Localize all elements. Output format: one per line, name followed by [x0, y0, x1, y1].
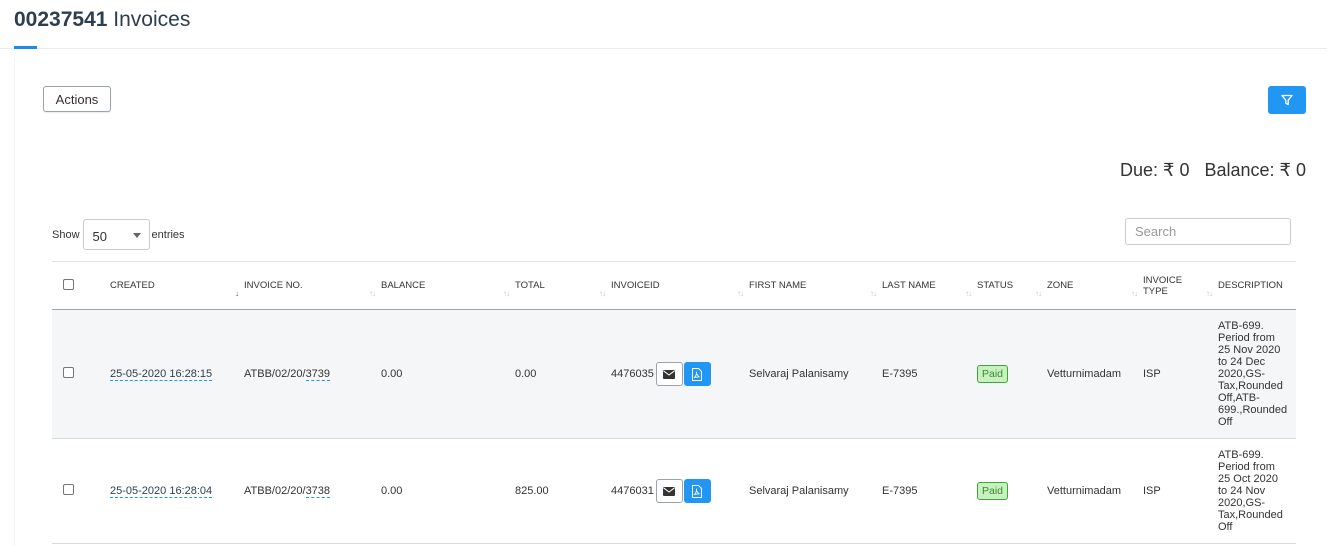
balance-amount: Balance: ₹ 0 [1204, 160, 1306, 180]
status-badge: Paid [977, 482, 1009, 500]
show-label: Show [52, 228, 80, 241]
account-number: 00237541 [14, 8, 108, 31]
created-link[interactable]: 25-05-2020 16:28:04 [110, 485, 213, 498]
table-row: 25-05-2020 16:28:04 ATBB/02/20/3738 0.00… [52, 438, 1296, 544]
entries-select[interactable]: 50 [82, 219, 150, 250]
sort-icon: ↑↓ [599, 289, 606, 298]
description-cell: ATB-699. Period from 25 Oct 2020 to 24 N… [1218, 438, 1296, 544]
row-select-cell [52, 309, 110, 439]
envelope-icon [663, 369, 676, 379]
table-row: 25-05-2020 16:28:15 ATBB/02/20/3739 0.00… [52, 309, 1296, 439]
due-amount: Due: ₹ 0 [1119, 160, 1190, 180]
sort-icon: ↑↓ [1035, 289, 1042, 298]
sort-icon: ↑↓ [369, 289, 376, 298]
first-name-cell: Selvaraj Palanisamy [749, 438, 882, 544]
column-header-description[interactable]: DESCRIPTION [1218, 261, 1296, 310]
sort-icon: ↑↓ [965, 289, 972, 298]
pdf-file-icon [692, 484, 703, 498]
download-pdf-button[interactable] [683, 479, 711, 503]
title-underline [14, 46, 37, 49]
status-cell: Paid [977, 438, 1047, 544]
invoice-no-prefix: ATBB/02/20/ [244, 368, 306, 380]
column-header-invoice-type[interactable]: INVOICE TYPE ↑↓ [1143, 261, 1218, 310]
column-header-balance[interactable]: BALANCE ↑↓ [381, 261, 515, 310]
column-header-invoice-no[interactable]: INVOICE NO. ↑↓ [244, 261, 381, 310]
balance-cell: 0.00 [381, 309, 515, 439]
download-pdf-button[interactable] [683, 362, 711, 386]
email-invoice-button[interactable] [655, 362, 683, 386]
column-header-status[interactable]: STATUS ↑↓ [977, 261, 1047, 310]
status-badge: Paid [977, 365, 1009, 383]
zone-cell: Vetturnimadam [1047, 309, 1143, 439]
row-select-cell [52, 438, 110, 544]
invoice-id-text: 4476035 [611, 368, 654, 380]
row-checkbox[interactable] [63, 367, 74, 378]
table-header-row: CREATED ↓ INVOICE NO. ↑↓ BALANCE ↑↓ TOTAL ↑↓… [52, 261, 1296, 310]
entries-select-value: 50 [92, 229, 107, 244]
column-header-last-name[interactable]: LAST NAME ↑↓ [882, 261, 977, 310]
zone-cell: Vetturnimadam [1047, 438, 1143, 544]
balance-cell: 0.00 [381, 438, 515, 544]
first-name-cell: Selvaraj Palanisamy [749, 309, 882, 439]
page-title: 00237541 Invoices [14, 8, 190, 32]
row-checkbox[interactable] [63, 484, 74, 495]
page-header: 00237541 Invoices [0, 0, 1327, 49]
invoice-no-cell: ATBB/02/20/3739 [244, 309, 381, 439]
header-select-all [52, 261, 110, 310]
column-header-first-name[interactable]: FIRST NAME ↑↓ [749, 261, 882, 310]
invoice-no-prefix: ATBB/02/20/ [244, 485, 306, 497]
created-link[interactable]: 25-05-2020 16:28:15 [110, 368, 213, 381]
total-cell: 825.00 [515, 438, 611, 544]
created-cell: 25-05-2020 16:28:15 [110, 309, 244, 439]
invoice-id-text: 4476031 [611, 485, 654, 497]
sort-icon: ↑↓ [870, 289, 877, 298]
column-header-total[interactable]: TOTAL ↑↓ [515, 261, 611, 310]
last-name-cell: E-7395 [882, 309, 977, 439]
invoiceid-cell: 4476035 [611, 309, 749, 439]
invoice-no-link[interactable]: 3739 [305, 368, 331, 381]
invoice-type-cell: ISP [1143, 438, 1218, 544]
length-control: Show 50 entries [52, 219, 185, 250]
invoice-type-cell: ISP [1143, 309, 1218, 439]
email-invoice-button[interactable] [655, 479, 683, 503]
select-all-checkbox[interactable] [63, 278, 74, 290]
invoiceid-cell: 4476031 [611, 438, 749, 544]
sort-icon: ↑↓ [503, 289, 510, 298]
invoices-table: CREATED ↓ INVOICE NO. ↑↓ BALANCE ↑↓ TOTAL ↑↓… [52, 261, 1296, 544]
sort-icon: ↑↓ [1131, 289, 1138, 298]
envelope-icon [663, 486, 676, 496]
description-cell: ATB-699. Period from 25 Nov 2020 to 24 D… [1218, 309, 1296, 439]
status-cell: Paid [977, 309, 1047, 439]
invoice-no-cell: ATBB/02/20/3738 [244, 438, 381, 544]
column-header-created[interactable]: CREATED ↓ [110, 261, 244, 310]
sort-desc-icon: ↓ [235, 289, 239, 298]
pdf-file-icon [692, 367, 703, 381]
created-cell: 25-05-2020 16:28:04 [110, 438, 244, 544]
last-name-cell: E-7395 [882, 438, 977, 544]
search-input[interactable] [1125, 218, 1291, 245]
page-title-text: Invoices [113, 8, 191, 31]
column-header-invoiceid[interactable]: INVOICEID ↑↓ [611, 261, 749, 310]
filter-icon [1281, 94, 1293, 106]
invoice-no-link[interactable]: 3738 [305, 485, 331, 498]
sort-icon: ↑↓ [737, 289, 744, 298]
actions-button[interactable]: Actions [43, 86, 111, 112]
sort-icon: ↑↓ [1206, 289, 1213, 298]
totals: Due: ₹ 0 Balance: ₹ 0 [1110, 160, 1306, 181]
filter-button[interactable] [1268, 86, 1306, 114]
entries-label: entries [151, 228, 185, 241]
total-cell: 0.00 [515, 309, 611, 439]
caret-down-icon [132, 233, 141, 238]
column-header-zone[interactable]: ZONE ↑↓ [1047, 261, 1143, 310]
